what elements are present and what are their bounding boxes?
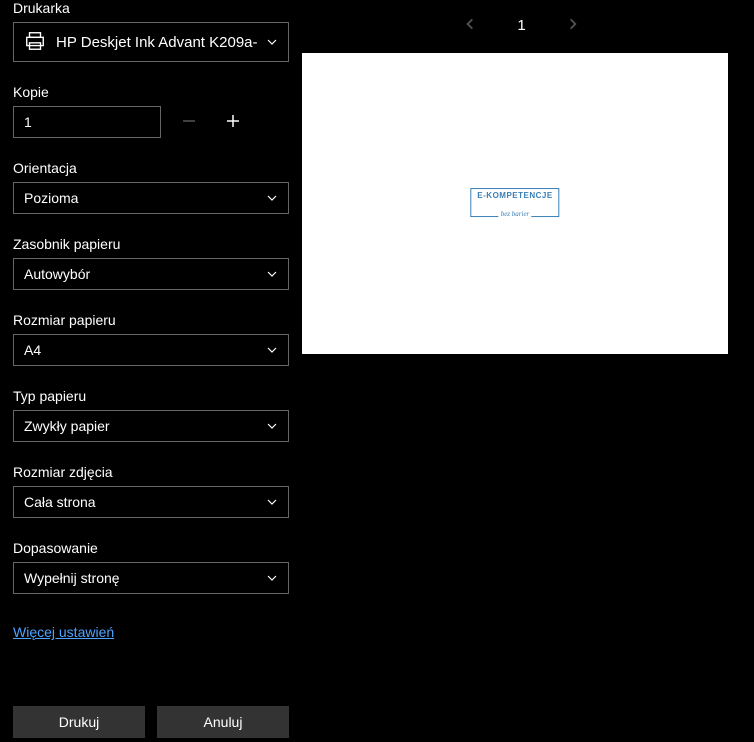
more-settings-link[interactable]: Więcej ustawień — [13, 624, 289, 640]
paper-tray-value: Autowybór — [24, 266, 90, 282]
paper-tray-dropdown[interactable]: Autowybór — [13, 258, 289, 290]
preview-logo-line2: bez barier — [499, 210, 532, 218]
plus-icon — [224, 112, 242, 133]
next-page-button[interactable] — [566, 17, 580, 34]
print-button[interactable]: Drukuj — [13, 706, 145, 738]
chevron-left-icon — [463, 17, 477, 34]
page-navigator: 1 — [302, 0, 741, 50]
photo-size-dropdown[interactable]: Cała strona — [13, 486, 289, 518]
fit-dropdown[interactable]: Wypełnij stronę — [13, 562, 289, 594]
paper-size-dropdown[interactable]: A4 — [13, 334, 289, 366]
chevron-right-icon — [566, 17, 580, 34]
copies-increment-button[interactable] — [217, 106, 249, 138]
fit-label: Dopasowanie — [13, 540, 289, 556]
photo-size-value: Cała strona — [24, 494, 96, 510]
printer-label: Drukarka — [13, 0, 289, 16]
paper-type-label: Typ papieru — [13, 388, 289, 404]
copies-decrement-button[interactable] — [173, 106, 205, 138]
preview-logo: E-KOMPETENCJE bez barier — [470, 188, 559, 217]
print-preview: E-KOMPETENCJE bez barier — [302, 53, 728, 354]
printer-icon — [24, 30, 46, 55]
prev-page-button[interactable] — [463, 17, 477, 34]
chevron-down-icon — [266, 192, 278, 204]
photo-size-label: Rozmiar zdjęcia — [13, 464, 289, 480]
paper-tray-label: Zasobnik papieru — [13, 236, 289, 252]
orientation-value: Pozioma — [24, 190, 78, 206]
fit-value: Wypełnij stronę — [24, 570, 120, 586]
chevron-down-icon — [266, 344, 278, 356]
chevron-down-icon — [266, 496, 278, 508]
chevron-down-icon — [266, 36, 278, 48]
printer-value: HP Deskjet Ink Advant K209a- — [56, 34, 258, 51]
preview-logo-line1: E-KOMPETENCJE — [477, 191, 552, 200]
orientation-label: Orientacja — [13, 160, 289, 176]
copies-input[interactable] — [13, 106, 161, 138]
chevron-down-icon — [266, 268, 278, 280]
copies-label: Kopie — [13, 84, 289, 100]
page-number: 1 — [517, 17, 525, 34]
chevron-down-icon — [266, 420, 278, 432]
paper-size-value: A4 — [24, 342, 41, 358]
orientation-dropdown[interactable]: Pozioma — [13, 182, 289, 214]
printer-dropdown[interactable]: HP Deskjet Ink Advant K209a- — [13, 22, 289, 62]
paper-type-value: Zwykły papier — [24, 418, 110, 434]
paper-type-dropdown[interactable]: Zwykły papier — [13, 410, 289, 442]
minus-icon — [180, 112, 198, 133]
paper-size-label: Rozmiar papieru — [13, 312, 289, 328]
cancel-button[interactable]: Anuluj — [157, 706, 289, 738]
chevron-down-icon — [266, 572, 278, 584]
